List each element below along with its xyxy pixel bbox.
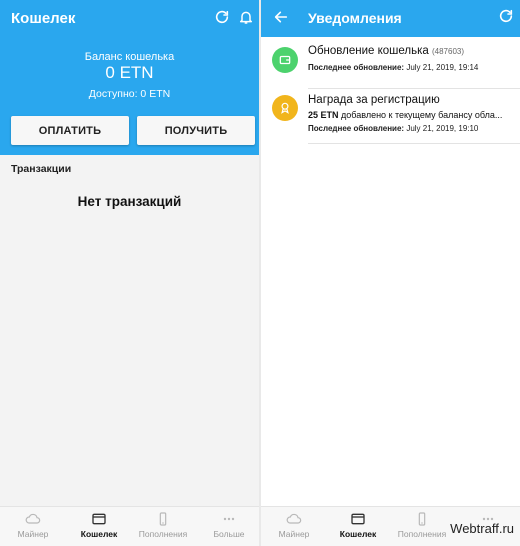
- notification-title: Награда за регистрацию: [308, 94, 440, 106]
- nav-item-wallet[interactable]: Кошелек: [329, 507, 387, 546]
- pay-button[interactable]: ОПЛАТИТЬ: [11, 116, 129, 145]
- notification-separator: [308, 143, 520, 144]
- more-dots-icon: [221, 512, 237, 526]
- notifications-title: Уведомления: [308, 10, 402, 26]
- empty-transactions-text: Нет транзакций: [77, 194, 182, 209]
- nav-item-more[interactable]: Больше: [201, 507, 257, 546]
- notification-id: (487603): [431, 47, 465, 56]
- nav-label-miner: Майнер: [17, 529, 49, 539]
- refresh-icon[interactable]: [498, 8, 516, 26]
- nav-item-topups[interactable]: Пополнения: [392, 507, 452, 546]
- notification-item[interactable]: Награда за регистрацию 25 ETN добавлено …: [261, 89, 520, 143]
- nav-label-topups: Пополнения: [138, 529, 188, 539]
- notification-date-label: Последнее обновление:: [308, 124, 405, 133]
- wallet-icon: [272, 47, 298, 73]
- nav-label-wallet: Кошелек: [80, 529, 118, 539]
- wallet-header: Кошелек Баланс кошелька 0 ETN Доступно: …: [0, 0, 259, 155]
- notification-text: Обновление кошелька (487603) Последнее о…: [308, 45, 514, 72]
- phone-icon: [414, 512, 430, 526]
- notification-message: добавлено к текущему балансу обла...: [341, 110, 503, 120]
- balance-amount: 0 ETN: [105, 63, 154, 82]
- watermark: Webtraff.ru: [450, 521, 514, 536]
- notification-date-label: Последнее обновление:: [308, 63, 405, 72]
- available-balance: Доступно: 0 ETN: [88, 88, 171, 100]
- notifications-screen: Уведомления Обновление кошелька (487603)…: [261, 0, 520, 546]
- notification-date: July 21, 2019, 19:10: [406, 124, 479, 133]
- notification-title-line: Обновление кошелька (487603): [308, 45, 514, 57]
- notification-amount: 25 ETN: [308, 110, 339, 120]
- phone-icon: [155, 512, 171, 526]
- nav-label-miner: Майнер: [278, 529, 310, 539]
- notification-text: Награда за регистрацию 25 ETN добавлено …: [308, 94, 514, 133]
- award-icon: [272, 95, 298, 121]
- notification-title: Обновление кошелька: [308, 45, 429, 57]
- wallet-icon: [350, 512, 366, 526]
- notification-item[interactable]: Обновление кошелька (487603) Последнее о…: [261, 37, 520, 89]
- balance-label: Баланс кошелька: [84, 51, 175, 63]
- back-arrow-icon[interactable]: [273, 9, 291, 27]
- wallet-screen: Кошелек Баланс кошелька 0 ETN Доступно: …: [0, 0, 259, 546]
- bottom-nav: Майнер Кошелек Пополнения Больше: [0, 506, 259, 546]
- receive-button[interactable]: ПОЛУЧИТЬ: [137, 116, 255, 145]
- notification-message-line: 25 ETN добавлено к текущему балансу обла…: [308, 110, 514, 120]
- refresh-icon[interactable]: [213, 8, 231, 26]
- notification-date-line: Последнее обновление: July 21, 2019, 19:…: [308, 63, 514, 72]
- nav-item-wallet[interactable]: Кошелек: [70, 507, 128, 546]
- notification-date-line: Последнее обновление: July 21, 2019, 19:…: [308, 124, 514, 133]
- nav-item-miner[interactable]: Майнер: [266, 507, 322, 546]
- nav-label-wallet: Кошелек: [339, 529, 377, 539]
- nav-item-miner[interactable]: Майнер: [5, 507, 61, 546]
- notifications-header: Уведомления: [261, 0, 520, 37]
- bell-icon[interactable]: [237, 8, 255, 26]
- nav-label-topups: Пополнения: [397, 529, 447, 539]
- transactions-header: Транзакции: [11, 163, 72, 175]
- wallet-title: Кошелек: [11, 10, 76, 27]
- wallet-icon: [91, 512, 107, 526]
- notification-date: July 21, 2019, 19:14: [406, 63, 479, 72]
- cloud-icon: [25, 512, 41, 526]
- cloud-icon: [286, 512, 302, 526]
- nav-item-topups[interactable]: Пополнения: [134, 507, 192, 546]
- nav-label-more: Больше: [213, 529, 245, 539]
